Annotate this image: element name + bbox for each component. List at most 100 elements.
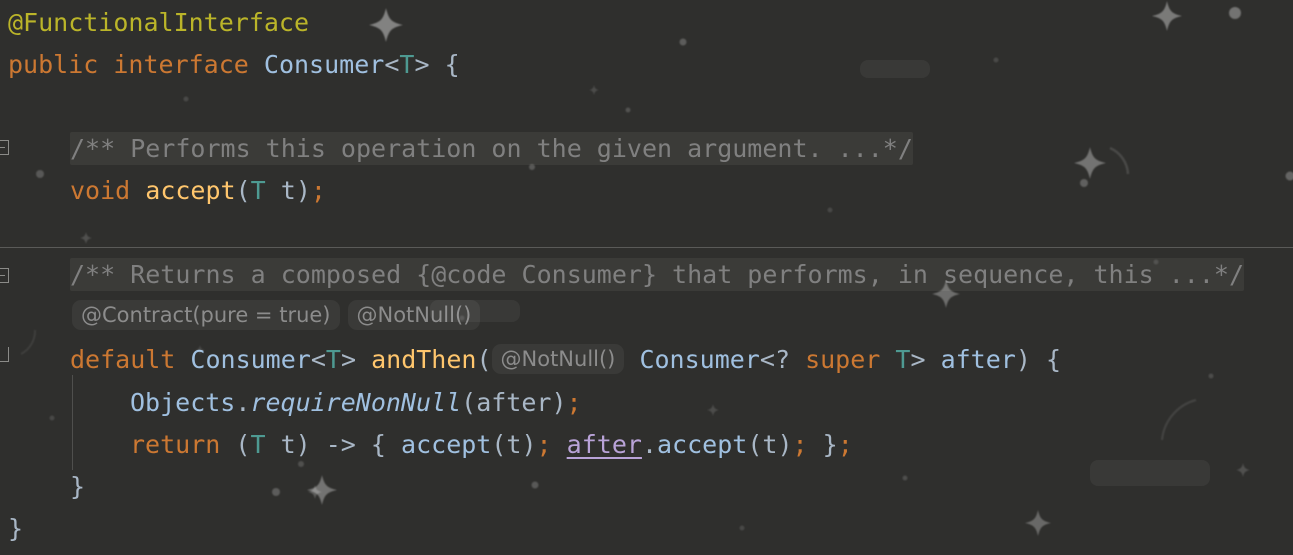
fold-marker-javadoc-andthen[interactable] xyxy=(0,268,9,283)
token-class-consumer-param: Consumer xyxy=(639,345,760,374)
fold-marker-method-andthen[interactable] xyxy=(0,347,9,362)
token-class-consumer: Consumer xyxy=(190,345,311,374)
code-line-requirenonnull: Objects.requireNonNull(after); xyxy=(130,384,582,422)
inlay-hint-row-annotations: @Contract(pure = true) @NotNull() xyxy=(72,299,481,335)
token-paren-open: ( xyxy=(747,430,763,459)
code-line-annotation: @FunctionalInterface xyxy=(8,4,309,42)
code-line-close-method: } xyxy=(70,468,85,506)
code-line-andthen-decl: default Consumer<T> andThen(@NotNull() C… xyxy=(70,340,1061,379)
token-lambda-param-t: t xyxy=(280,430,296,459)
token-keyword-void: void xyxy=(70,176,131,205)
token-brace-close: } xyxy=(822,430,838,459)
code-line-accept: void accept(T t); xyxy=(70,172,326,210)
token-captured-variable-after: after xyxy=(566,430,642,459)
token-angle-close: > xyxy=(910,345,926,374)
token-paren-open: ( xyxy=(235,430,251,459)
token-arg-after: after xyxy=(476,388,552,417)
token-type-param-t: T xyxy=(325,345,341,374)
code-editor-screenshot: @FunctionalInterface public interface Co… xyxy=(0,0,1293,555)
token-keyword-interface: interface xyxy=(113,50,249,79)
token-keyword-public: public xyxy=(8,50,99,79)
fold-marker-javadoc-accept[interactable] xyxy=(0,140,9,155)
token-class-objects: Objects xyxy=(130,388,236,417)
token-type-param-t: T xyxy=(399,50,415,79)
token-paren-close: ) xyxy=(295,430,311,459)
token-paren-close: ) xyxy=(295,176,311,205)
token-brace-close-interface: } xyxy=(8,514,24,543)
editor-surface[interactable]: @FunctionalInterface public interface Co… xyxy=(0,0,1293,555)
token-dot: . xyxy=(235,388,251,417)
token-paren-open: ( xyxy=(461,388,477,417)
code-line-close-interface: } xyxy=(8,510,23,548)
token-angle-open: < xyxy=(310,345,326,374)
folded-javadoc-andthen[interactable]: /** Returns a composed {@code Consumer} … xyxy=(70,258,1244,291)
inlay-hint-notnull-param[interactable]: @NotNull() xyxy=(491,344,625,374)
token-param-t: t xyxy=(280,176,296,205)
token-semicolon: ; xyxy=(566,388,582,417)
member-separator xyxy=(0,247,1293,248)
token-lambda-arrow: -> xyxy=(325,430,356,459)
token-paren-close: ) xyxy=(521,430,537,459)
token-param-after: after xyxy=(940,345,1016,374)
code-line-return-lambda: return (T t) -> { accept(t); after.accep… xyxy=(130,426,853,464)
indent-guide xyxy=(72,375,73,470)
inlay-hint-notnull-return[interactable]: @NotNull() xyxy=(347,300,481,330)
folded-javadoc-accept[interactable]: /** Performs this operation on the given… xyxy=(70,132,913,165)
token-semicolon: ; xyxy=(310,176,326,205)
token-method-accept: accept xyxy=(145,176,236,205)
token-paren-close: ) xyxy=(551,388,567,417)
token-angle-close: > xyxy=(340,345,357,374)
token-angle-open: < xyxy=(759,345,775,374)
token-semicolon: ; xyxy=(792,430,808,459)
inlay-hint-contract[interactable]: @Contract(pure = true) xyxy=(72,300,340,330)
token-class-consumer: Consumer xyxy=(263,50,385,79)
code-line-javadoc-andthen[interactable]: /** Returns a composed {@code Consumer} … xyxy=(70,256,1244,294)
token-semicolon: ; xyxy=(536,430,552,459)
token-dot: . xyxy=(641,430,657,459)
token-arg-t: t xyxy=(762,430,778,459)
token-keyword-super: super xyxy=(805,345,881,374)
token-method-andthen: andThen xyxy=(371,345,477,374)
token-arg-t: t xyxy=(506,430,522,459)
token-angle-open: < xyxy=(384,50,400,79)
token-keyword-default: default xyxy=(70,345,176,374)
token-brace-open: { xyxy=(370,430,386,459)
token-brace-open: { xyxy=(444,50,460,79)
token-wildcard: ? xyxy=(774,345,790,374)
code-line-interface-decl: public interface Consumer<T> { xyxy=(8,46,460,84)
token-type-param-t: T xyxy=(250,430,266,459)
token-paren-open: ( xyxy=(476,345,492,374)
token-keyword-return: return xyxy=(130,430,221,459)
token-annotation: @FunctionalInterface xyxy=(8,8,310,37)
token-paren-close: ) xyxy=(777,430,793,459)
token-paren-open: ( xyxy=(235,176,251,205)
token-call-accept: accept xyxy=(657,430,748,459)
token-call-accept: accept xyxy=(401,430,492,459)
token-brace-open: { xyxy=(1045,345,1062,374)
token-semicolon: ; xyxy=(837,430,853,459)
token-angle-close: > xyxy=(414,50,430,79)
code-line-javadoc-accept[interactable]: /** Performs this operation on the given… xyxy=(70,130,913,168)
token-paren-open: ( xyxy=(491,430,507,459)
token-paren-close: ) xyxy=(1015,345,1031,374)
token-type-param-t: T xyxy=(895,345,911,374)
